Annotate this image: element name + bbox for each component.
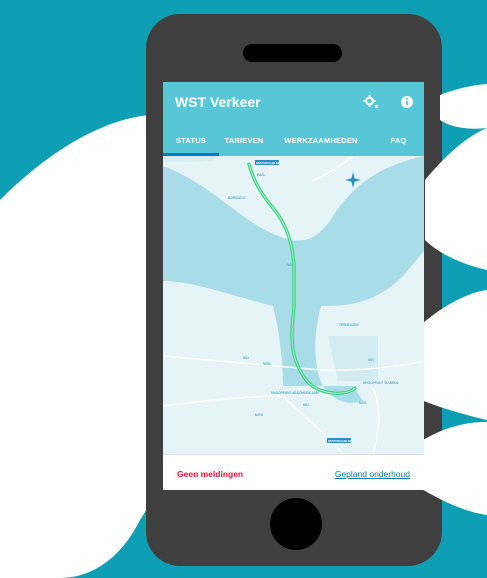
place-terneuzen: TERNEUZEN bbox=[339, 323, 359, 327]
viaduct-left: KNOOPPUNT ABSCHEIDE A58? bbox=[271, 391, 320, 395]
sign-bottom-label: WESTERSCHELDE bbox=[328, 439, 352, 443]
road-n61: N61 bbox=[243, 356, 249, 360]
phone-home-button bbox=[270, 498, 322, 550]
road-n291: N291 bbox=[359, 401, 367, 405]
phone-speaker bbox=[243, 44, 342, 62]
road-n258: N258 bbox=[255, 413, 263, 417]
no-reports-status[interactable]: Geen meldingen bbox=[177, 469, 243, 479]
info-icon[interactable] bbox=[397, 92, 417, 112]
road-n61-right: N61 bbox=[368, 358, 374, 362]
app-bar: WST Verkeer STATUS TARIEVEN WERKZAAMHEDE… bbox=[163, 82, 424, 156]
sign-top-label: WESTERSCHELDE bbox=[256, 161, 280, 165]
road-n62-lower: N62 bbox=[303, 403, 309, 407]
road-n253: N253 bbox=[263, 362, 271, 366]
tab-status[interactable]: STATUS bbox=[163, 130, 219, 156]
road-n62-upper: N62 bbox=[287, 263, 293, 267]
place-paal: PAAL bbox=[257, 173, 265, 177]
bottom-bar: Geen meldingen Gepland onderhoud bbox=[163, 454, 424, 490]
finger-top bbox=[440, 84, 487, 129]
phone-screen: WST Verkeer STATUS TARIEVEN WERKZAAMHEDE… bbox=[163, 82, 424, 490]
planned-maintenance-link[interactable]: Gepland onderhoud bbox=[335, 469, 410, 479]
tab-tarieven[interactable]: TARIEVEN bbox=[219, 130, 269, 156]
app-title: WST Verkeer bbox=[175, 94, 261, 110]
tab-bar: STATUS TARIEVEN WERKZAAMHEDEN FAQ bbox=[163, 130, 424, 156]
viaduct-right: KNOOPPUNT SLUISKIL bbox=[363, 381, 399, 385]
gear-icon[interactable] bbox=[360, 91, 382, 113]
traffic-map[interactable]: WESTERSCHELDE WESTERSCHELDE PAAL BORSSEL… bbox=[163, 156, 424, 454]
place-borssele: BORSSELE bbox=[228, 196, 246, 200]
tab-werkzaamheden[interactable]: WERKZAAMHEDEN bbox=[269, 130, 373, 156]
tab-faq[interactable]: FAQ bbox=[373, 130, 424, 156]
